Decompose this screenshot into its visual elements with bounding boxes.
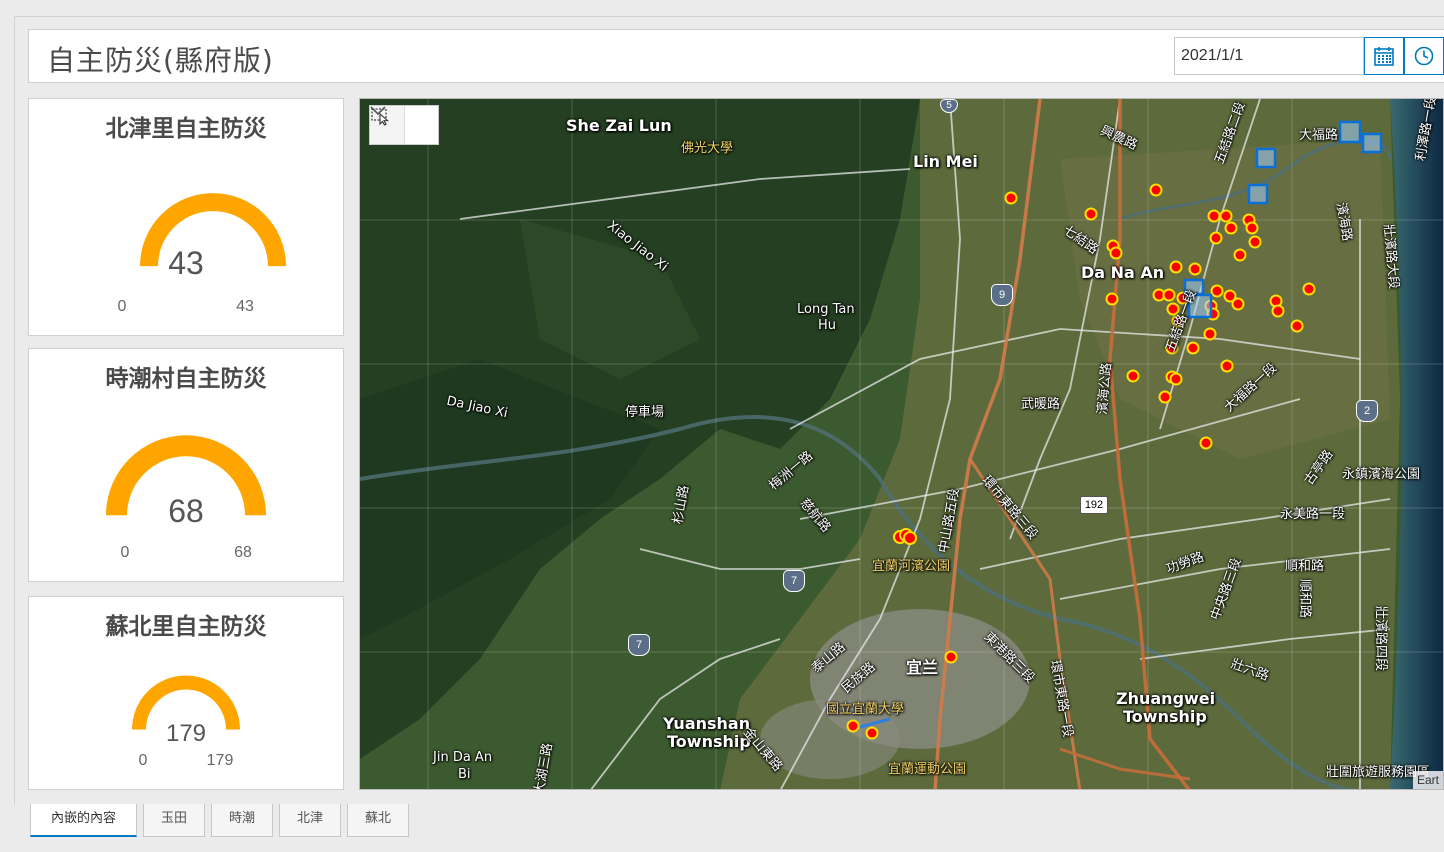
map-select-tool[interactable] <box>369 105 439 145</box>
gauge-min: 0 <box>139 752 148 769</box>
map-label: 佛光大學 <box>681 141 734 156</box>
map-label: Hu <box>818 318 837 333</box>
highway-shield: 192 <box>1080 496 1108 514</box>
map-label: 停車場 <box>625 405 665 420</box>
highway-shield: 7 <box>628 634 650 656</box>
tab-embedded-content[interactable]: 內嵌的內容 <box>30 804 137 837</box>
gauge-chart: 68 0 68 <box>106 435 266 561</box>
map-label: 大福路 <box>1299 128 1339 143</box>
map-label: 宜蘭運動公園 <box>888 762 967 777</box>
gauge-chart: 179 0 179 <box>132 675 240 769</box>
map-label: 永鎮濱海公園 <box>1342 467 1421 482</box>
map-label: 國立宜蘭大學 <box>826 702 905 717</box>
map-label: Yuanshan <box>663 714 751 733</box>
map-label: Lin Mei <box>913 152 978 171</box>
map-label: Bi <box>458 767 471 782</box>
gauge-value: 179 <box>166 720 206 747</box>
gauge-value: 43 <box>168 245 204 281</box>
tab-yutian[interactable]: 玉田 <box>143 804 205 837</box>
gauge-max: 43 <box>236 298 254 315</box>
highway-shield: 7 <box>783 570 805 592</box>
tab-shichao[interactable]: 時潮 <box>211 804 273 837</box>
map-label: 武暖路 <box>1021 397 1061 412</box>
gauge-min: 0 <box>121 544 130 561</box>
map-label: 永美路一段 <box>1280 507 1346 522</box>
map-label: Long Tan <box>797 302 855 317</box>
map-label: 宜蘭河濱公園 <box>872 559 951 574</box>
chevron-down-icon <box>370 106 386 116</box>
gauge-max: 68 <box>234 544 252 561</box>
highway-shield: 9 <box>991 284 1013 306</box>
map-label: She Zai Lun <box>566 116 672 135</box>
date-field[interactable]: 2021/1/1 <box>1174 37 1364 75</box>
gauge-card-subei: 蘇北里自主防災 179 0 179 <box>28 596 344 790</box>
calendar-icon <box>1374 47 1394 66</box>
map-label: Da Na An <box>1081 263 1165 282</box>
select-dropdown-button[interactable] <box>370 106 439 144</box>
map-label: Jin Da An <box>433 750 493 765</box>
map-label: 順和路 <box>1297 578 1313 619</box>
map-view[interactable]: She Zai Lun 佛光大學 Lin Mei Xiao Jiao Xi Lo… <box>359 98 1444 790</box>
calendar-button[interactable] <box>1364 37 1404 75</box>
time-button[interactable] <box>1404 37 1444 75</box>
map-label: 壯濱路四段 <box>1373 605 1389 672</box>
gauge-min: 0 <box>118 298 127 315</box>
highway-shield: 2 <box>1356 400 1378 422</box>
dashboard-header: 自主防災(縣府版) 2021/1/1 <box>28 29 1444 83</box>
gauge-value: 68 <box>168 493 204 529</box>
map-label: Township <box>1123 707 1207 726</box>
map-basemap <box>360 99 1443 789</box>
map-attribution: Eart <box>1412 771 1443 789</box>
gauge-chart: 43 0 43 <box>118 193 286 315</box>
gauge-max: 179 <box>207 752 234 769</box>
map-label: Zhuangwei <box>1116 689 1216 708</box>
gauge-card-shichao: 時潮村自主防災 68 0 68 <box>28 348 344 582</box>
map-label: Township <box>667 732 751 751</box>
gauge-arc <box>140 193 286 267</box>
map-label: 順和路 <box>1285 559 1325 574</box>
tab-beijin[interactable]: 北津 <box>279 804 341 837</box>
page-title: 自主防災(縣府版) <box>47 44 274 77</box>
clock-icon <box>1414 46 1434 66</box>
map-label: 宜兰 <box>906 658 939 677</box>
tab-subei[interactable]: 蘇北 <box>347 804 409 837</box>
gauge-card-beijin: 北津里自主防災 43 0 43 <box>28 98 344 336</box>
